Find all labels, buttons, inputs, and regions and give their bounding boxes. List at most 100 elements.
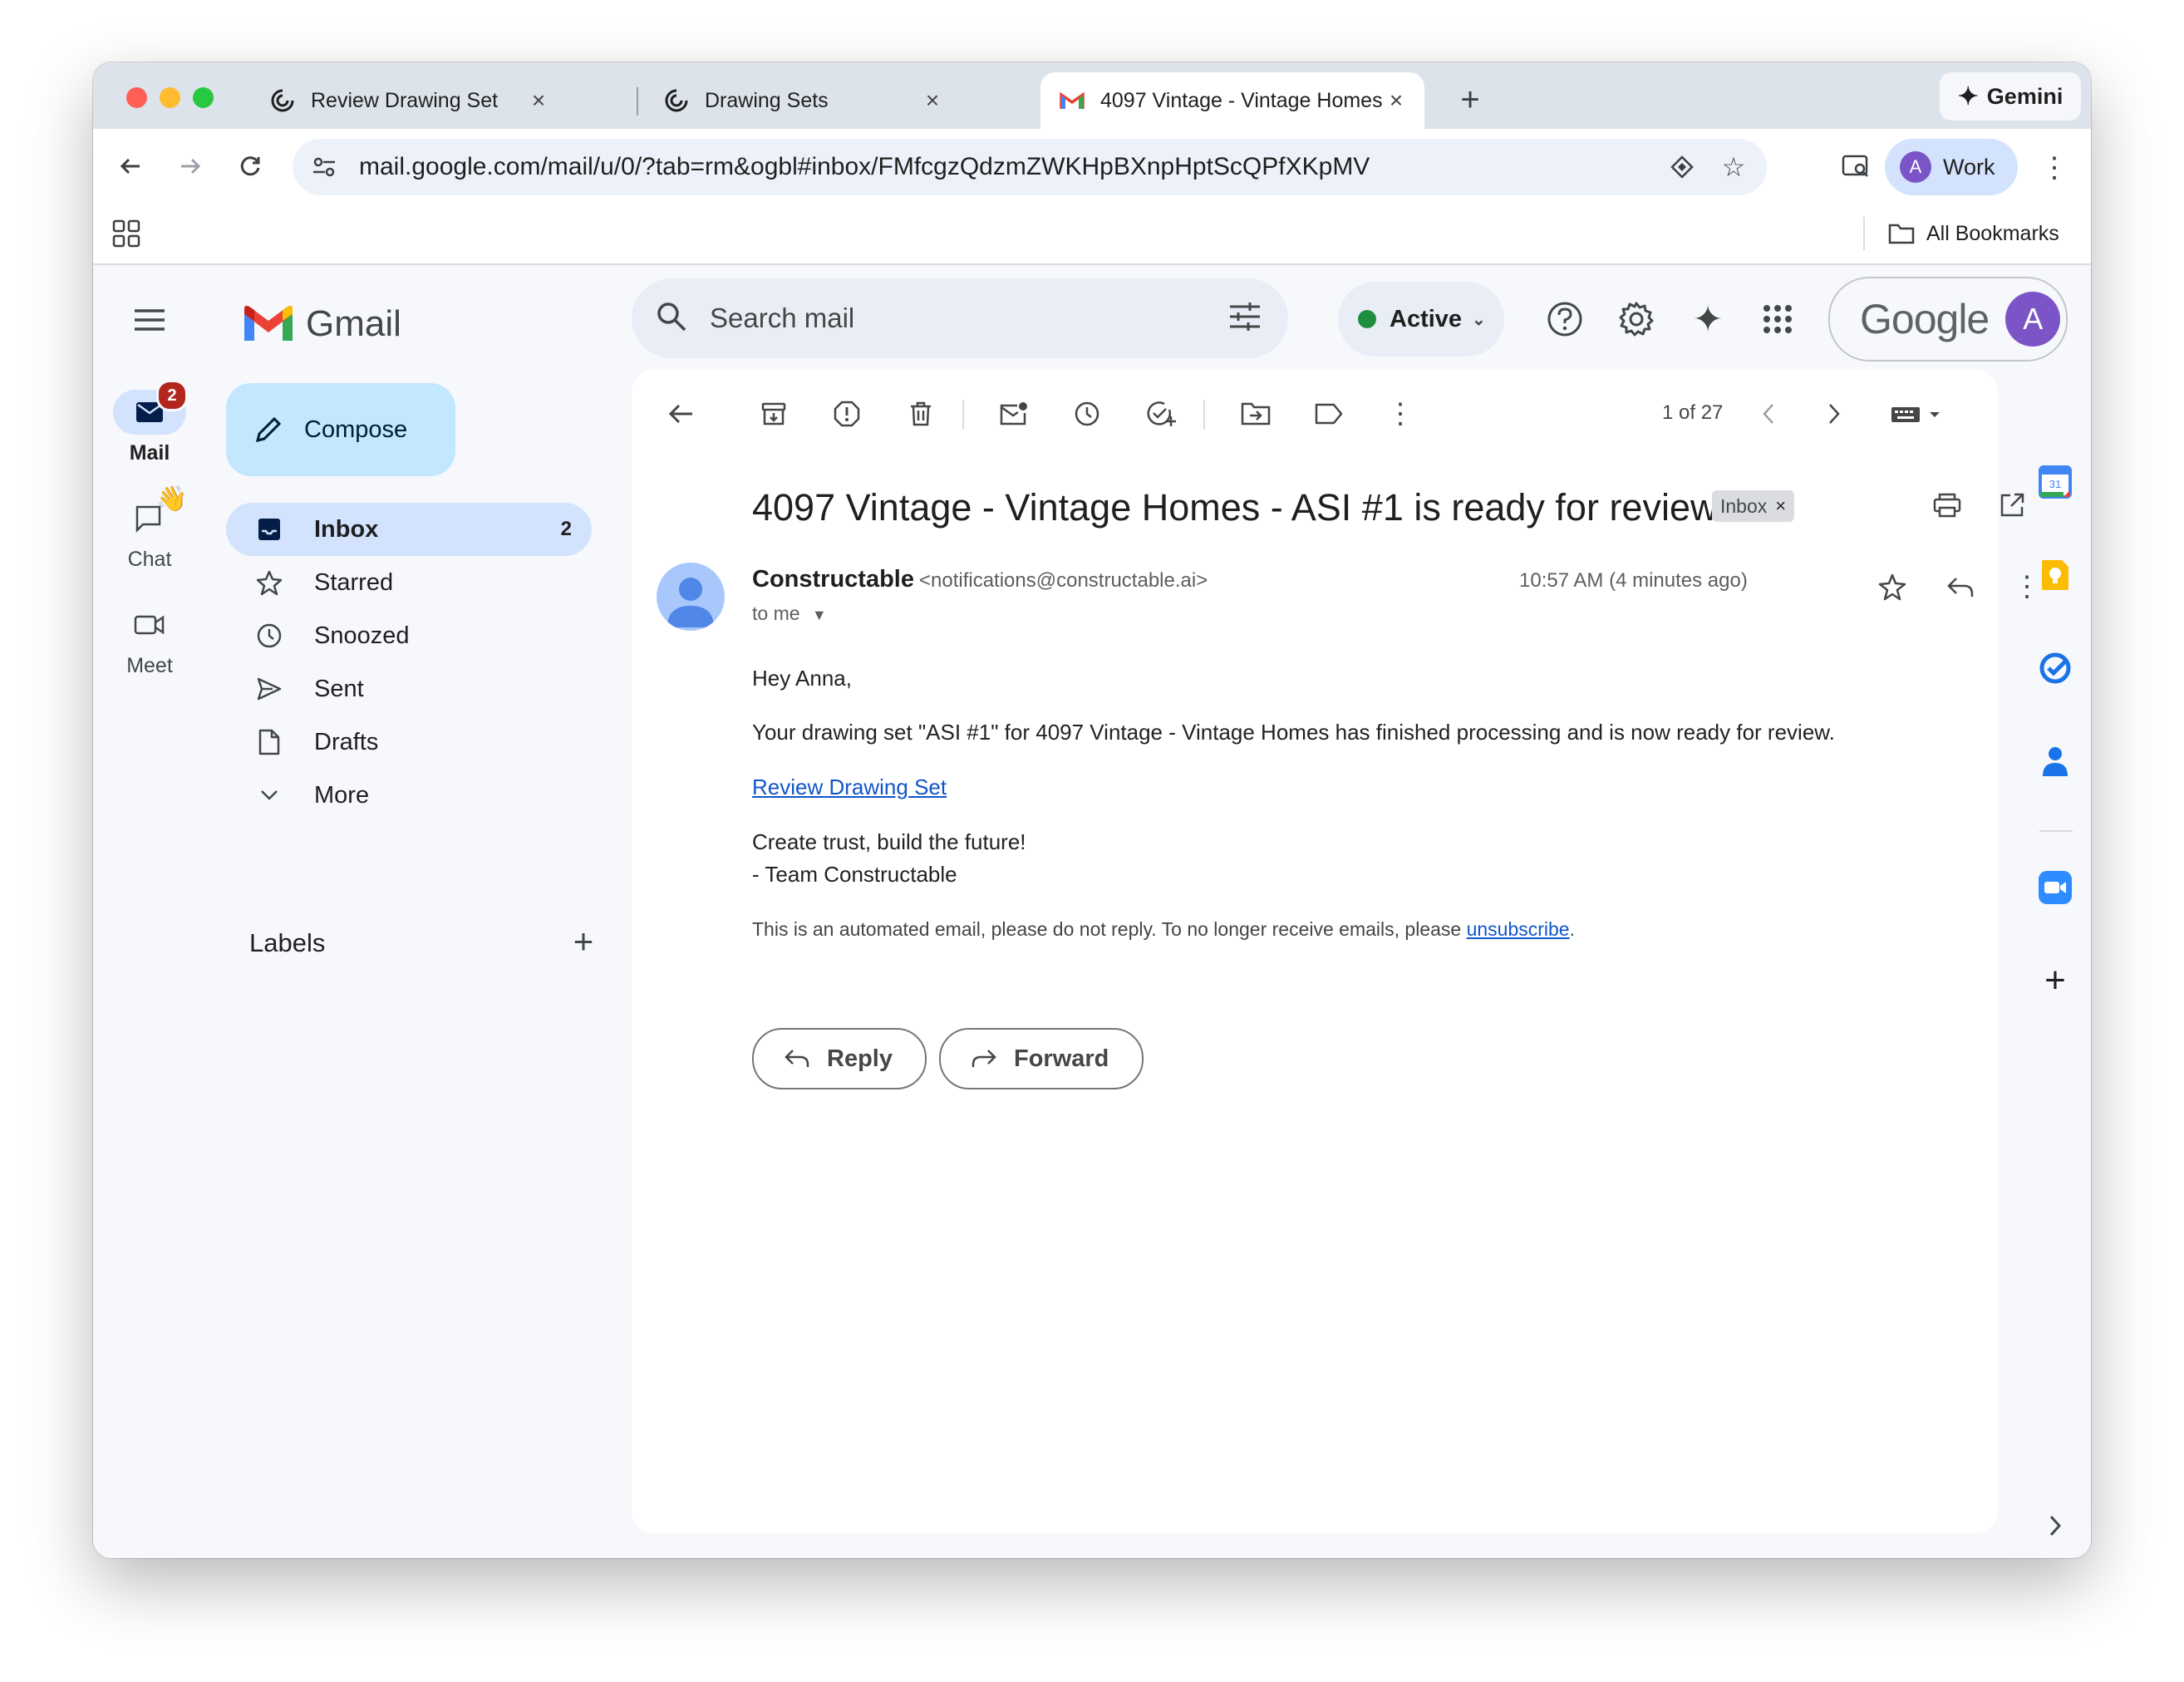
nav-label: Drafts	[314, 728, 379, 755]
google-apps-icon[interactable]	[1757, 298, 1798, 340]
rail-item-meet[interactable]: Meet	[93, 602, 206, 678]
reload-button[interactable]	[228, 144, 273, 189]
reply-icon-button[interactable]	[1940, 566, 1981, 607]
chrome-menu-icon[interactable]: ⋮	[2038, 147, 2071, 189]
label-chip-inbox[interactable]: Inbox ×	[1712, 490, 1795, 522]
inbox-icon	[253, 513, 286, 546]
recipient-line[interactable]: to me ▼	[752, 602, 827, 625]
contacts-app-icon[interactable]	[2034, 740, 2076, 782]
settings-icon[interactable]	[1616, 298, 1657, 340]
delete-button[interactable]	[900, 393, 942, 435]
profile-chip[interactable]: A Work	[1885, 139, 2018, 195]
new-tab-button[interactable]: +	[1449, 79, 1491, 120]
google-account-button[interactable]: Google A	[1828, 277, 2068, 361]
remove-label-icon[interactable]: ×	[1775, 495, 1786, 517]
print-button[interactable]	[1926, 484, 1968, 526]
site-settings-icon[interactable]	[307, 150, 341, 184]
svg-text:31: 31	[2049, 478, 2061, 490]
rail-label: Mail	[129, 441, 170, 465]
tasks-app-icon[interactable]	[2034, 647, 2076, 689]
nav-item-snoozed[interactable]: Snoozed	[226, 609, 612, 662]
compose-button[interactable]: Compose	[226, 383, 455, 476]
rail-icon-wrap	[113, 602, 186, 647]
keep-app-icon[interactable]	[2034, 554, 2076, 596]
snooze-button[interactable]	[1066, 393, 1108, 435]
search-options-icon[interactable]	[1228, 302, 1262, 336]
status-dot	[1358, 310, 1376, 328]
reply-icon	[785, 1050, 809, 1067]
rail-item-mail[interactable]: 2 Mail	[93, 380, 206, 465]
close-icon[interactable]: ×	[919, 87, 946, 114]
compose-label: Compose	[304, 416, 408, 443]
body-paragraph: Your drawing set "ASI #1" for 4097 Vinta…	[752, 720, 1835, 745]
address-bar[interactable]: mail.google.com/mail/u/0/?tab=rm&ogbl#in…	[293, 139, 1767, 195]
caret-down-icon[interactable]: ▼	[812, 607, 827, 623]
rail-label: Chat	[127, 548, 172, 571]
open-in-new-icon	[2000, 493, 2024, 517]
forward-button[interactable]: Forward	[939, 1028, 1144, 1089]
unsubscribe-link[interactable]: unsubscribe	[1467, 918, 1570, 940]
add-label-button[interactable]: +	[563, 922, 603, 961]
older-message-button[interactable]	[1813, 393, 1855, 435]
forward-button[interactable]	[168, 144, 213, 189]
minimize-window-button[interactable]	[160, 87, 180, 108]
close-icon[interactable]: ×	[525, 87, 552, 114]
status-selector[interactable]: Active ⌄	[1338, 282, 1504, 357]
rail-icon-wrap: 👋	[113, 485, 187, 541]
footer-end: .	[1569, 918, 1575, 940]
mark-unread-button[interactable]	[993, 393, 1035, 435]
bookmark-star-icon[interactable]: ☆	[1715, 149, 1752, 185]
more-actions-icon[interactable]: ⋮	[1380, 393, 1421, 435]
nav-item-drafts[interactable]: Drafts	[226, 716, 612, 769]
star-message-button[interactable]	[1872, 566, 1913, 607]
star-icon	[253, 566, 286, 599]
tab-drawing-sets[interactable]: Drawing Sets ×	[645, 72, 961, 129]
rail-item-chat[interactable]: 👋 Chat	[93, 485, 206, 572]
chevron-down-icon	[253, 779, 286, 812]
unread-badge: 2	[156, 380, 188, 411]
apps-shortcut-icon[interactable]	[111, 219, 141, 248]
nav-item-sent[interactable]: Sent	[226, 662, 612, 716]
calendar-app-icon[interactable]: 31	[2034, 461, 2076, 503]
open-in-new-window-button[interactable]	[1991, 484, 2033, 526]
zoom-app-icon[interactable]	[2034, 867, 2076, 908]
tab-gmail-message[interactable]: 4097 Vintage - Vintage Homes - ASI #1 is…	[1040, 72, 1424, 129]
video-icon	[134, 615, 165, 635]
close-window-button[interactable]	[126, 87, 147, 108]
archive-button[interactable]	[753, 393, 794, 435]
move-to-button[interactable]	[1235, 393, 1276, 435]
reload-icon	[240, 156, 260, 176]
tab-search-button[interactable]	[1833, 144, 1878, 189]
newer-message-button[interactable]	[1748, 393, 1789, 435]
lens-icon[interactable]	[1664, 149, 1700, 185]
tab-review-drawing-set[interactable]: Review Drawing Set ×	[251, 72, 567, 129]
back-to-inbox-button[interactable]	[661, 393, 702, 435]
gmail-logo[interactable]: Gmail	[243, 300, 401, 348]
expand-side-panel-icon[interactable]	[2034, 1505, 2076, 1547]
tab-label: Review Drawing Set	[311, 88, 499, 112]
report-spam-button[interactable]	[826, 393, 868, 435]
gemini-button[interactable]: ✦ Gemini	[1940, 72, 2081, 120]
reply-button[interactable]: Reply	[752, 1028, 927, 1089]
browser-toolbar: mail.google.com/mail/u/0/?tab=rm&ogbl#in…	[93, 129, 2091, 204]
sender-name[interactable]: Constructable	[752, 566, 914, 593]
nav-item-starred[interactable]: Starred	[226, 556, 612, 609]
all-bookmarks-button[interactable]: All Bookmarks	[1888, 215, 2059, 252]
search-bar[interactable]: Search mail	[632, 278, 1288, 358]
add-to-tasks-button[interactable]	[1140, 393, 1182, 435]
get-add-ons-icon[interactable]: +	[2034, 960, 2076, 1001]
pencil-icon	[255, 416, 282, 443]
review-drawing-set-link[interactable]: Review Drawing Set	[752, 775, 947, 799]
close-icon[interactable]: ×	[1383, 87, 1409, 114]
search-input[interactable]: Search mail	[710, 302, 1228, 334]
main-menu-icon[interactable]	[130, 300, 170, 340]
nav-item-inbox[interactable]: Inbox 2	[226, 503, 592, 556]
input-tools-button[interactable]	[1886, 393, 1953, 435]
labels-button[interactable]	[1308, 393, 1350, 435]
help-icon[interactable]	[1544, 298, 1586, 340]
maximize-window-button[interactable]	[193, 87, 214, 108]
gemini-sparkle-icon[interactable]: ✦	[1687, 298, 1729, 340]
nav-item-more[interactable]: More	[226, 769, 612, 822]
search-icon[interactable]	[655, 300, 688, 337]
back-button[interactable]	[108, 144, 153, 189]
